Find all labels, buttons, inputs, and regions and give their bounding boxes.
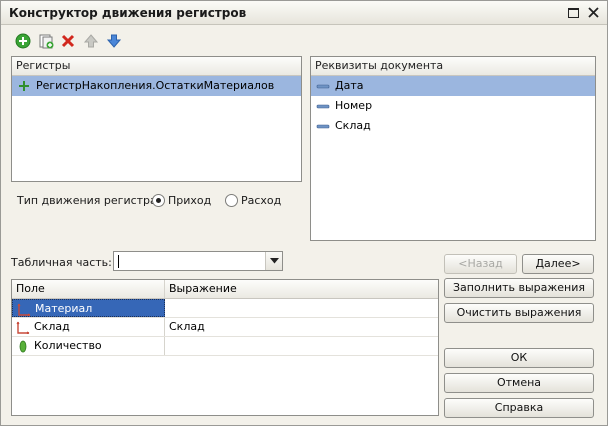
requisite-item-label: Склад [335, 119, 371, 132]
maximize-button[interactable] [566, 5, 581, 20]
register-item[interactable]: РегистрНакопления.ОстаткиМатериалов [12, 76, 301, 96]
requisite-item-label: Дата [335, 79, 364, 92]
move-up-icon [84, 34, 98, 48]
field-expression-table: Поле Выражение Материал Склад Склад Коли… [11, 279, 439, 416]
title-bar: Конструктор движения регистров [1, 1, 607, 25]
tabular-part-label: Табличная часть: [11, 256, 112, 269]
add-button[interactable] [15, 33, 31, 49]
resource-icon [19, 340, 27, 353]
dimension-icon [17, 303, 31, 316]
attribute-icon [316, 84, 330, 89]
close-icon [588, 7, 599, 18]
delete-icon [61, 34, 75, 48]
movement-type-label: Тип движения регистра: [17, 194, 161, 207]
requisites-header: Реквизиты документа [311, 57, 595, 76]
row-expression[interactable] [165, 337, 438, 355]
move-up-button[interactable] [83, 33, 99, 49]
table-header: Поле Выражение [12, 280, 438, 299]
table-row[interactable]: Материал [12, 299, 438, 318]
row-field: Склад [34, 320, 70, 333]
table-row[interactable]: Склад Склад [12, 318, 438, 337]
help-button[interactable]: Справка [444, 398, 594, 418]
requisite-item-number[interactable]: Номер [311, 96, 595, 116]
attribute-icon [316, 124, 330, 129]
maximize-icon [568, 7, 579, 18]
constructor-window: Конструктор движения регистров Регистры … [0, 0, 608, 426]
column-header-expression[interactable]: Выражение [165, 280, 438, 298]
copy-icon [39, 34, 54, 49]
close-button[interactable] [586, 5, 601, 20]
attribute-icon [316, 104, 330, 109]
row-field: Материал [35, 302, 93, 315]
registers-header: Регистры [12, 57, 301, 76]
row-expression[interactable] [165, 299, 438, 317]
ok-button[interactable]: ОК [444, 348, 594, 368]
chevron-down-icon [269, 258, 279, 264]
column-header-field[interactable]: Поле [12, 280, 165, 298]
accumulation-register-icon [19, 81, 29, 91]
text-cursor [118, 255, 119, 268]
next-button[interactable]: Далее> [522, 254, 594, 274]
dimension-icon [16, 321, 30, 334]
row-expression[interactable]: Склад [165, 318, 438, 336]
radio-income-label[interactable]: Приход [168, 194, 211, 207]
dropdown-button[interactable] [265, 252, 282, 270]
radio-expense-label[interactable]: Расход [241, 194, 281, 207]
window-title: Конструктор движения регистров [9, 6, 247, 20]
requisite-item-label: Номер [335, 99, 373, 112]
register-item-label: РегистрНакопления.ОстаткиМатериалов [36, 79, 275, 92]
copy-button[interactable] [38, 33, 54, 49]
delete-button[interactable] [60, 33, 76, 49]
requisite-item-warehouse[interactable]: Склад [311, 116, 595, 136]
registers-panel: Регистры РегистрНакопления.ОстаткиМатери… [11, 56, 302, 182]
table-row[interactable]: Количество [12, 337, 438, 356]
add-icon [15, 33, 31, 49]
radio-expense[interactable] [225, 194, 238, 207]
requisites-panel: Реквизиты документа Дата Номер Склад [310, 56, 596, 241]
row-field: Количество [34, 339, 102, 352]
back-button[interactable]: <Назад [444, 254, 517, 274]
requisite-item-date[interactable]: Дата [311, 76, 595, 96]
tabular-part-select[interactable] [113, 251, 283, 271]
move-down-button[interactable] [106, 33, 122, 49]
radio-income[interactable] [152, 194, 165, 207]
cancel-button[interactable]: Отмена [444, 373, 594, 393]
clear-expressions-button[interactable]: Очистить выражения [444, 303, 594, 323]
move-down-icon [107, 34, 121, 48]
fill-expressions-button[interactable]: Заполнить выражения [444, 278, 594, 298]
